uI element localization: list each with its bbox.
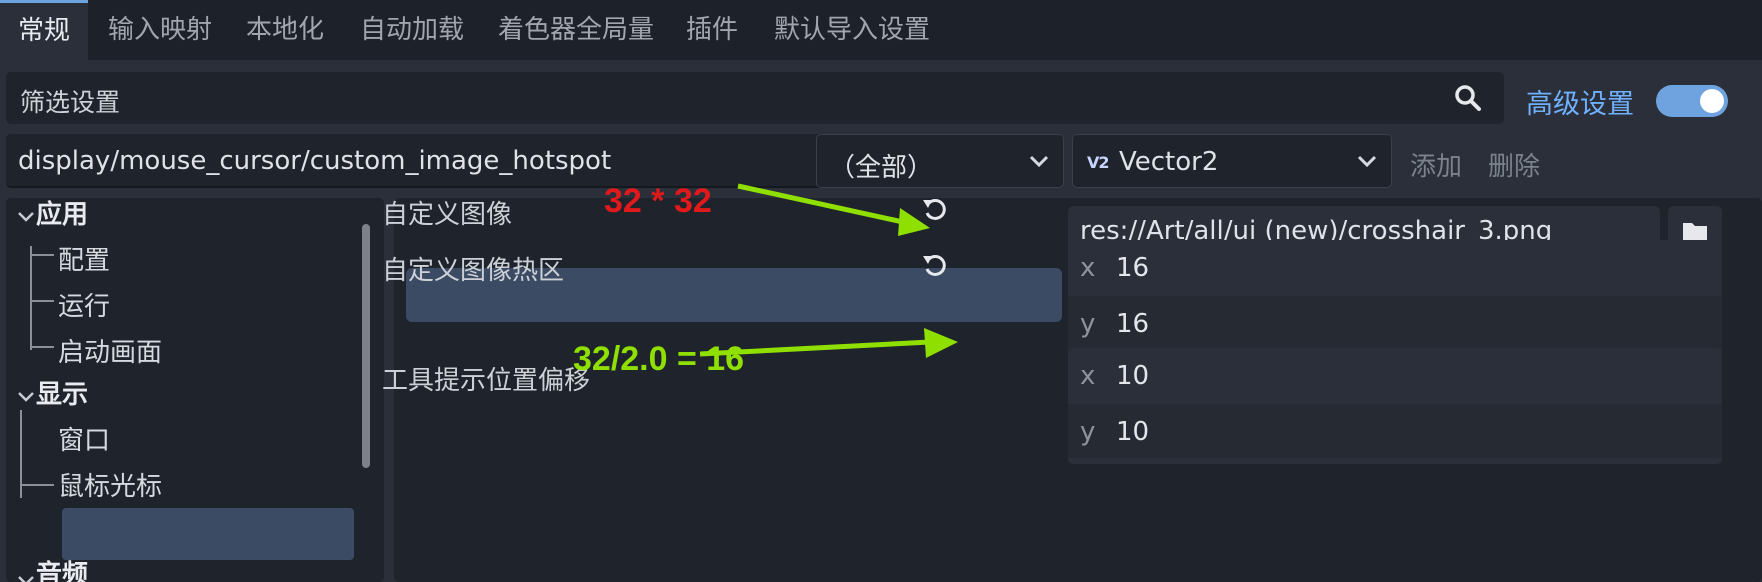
annotation-size-note: 32 * 32	[604, 182, 712, 220]
annotation-half-note: 32/2.0 = 16	[573, 340, 745, 378]
annotation-arrows	[699, 183, 958, 358]
